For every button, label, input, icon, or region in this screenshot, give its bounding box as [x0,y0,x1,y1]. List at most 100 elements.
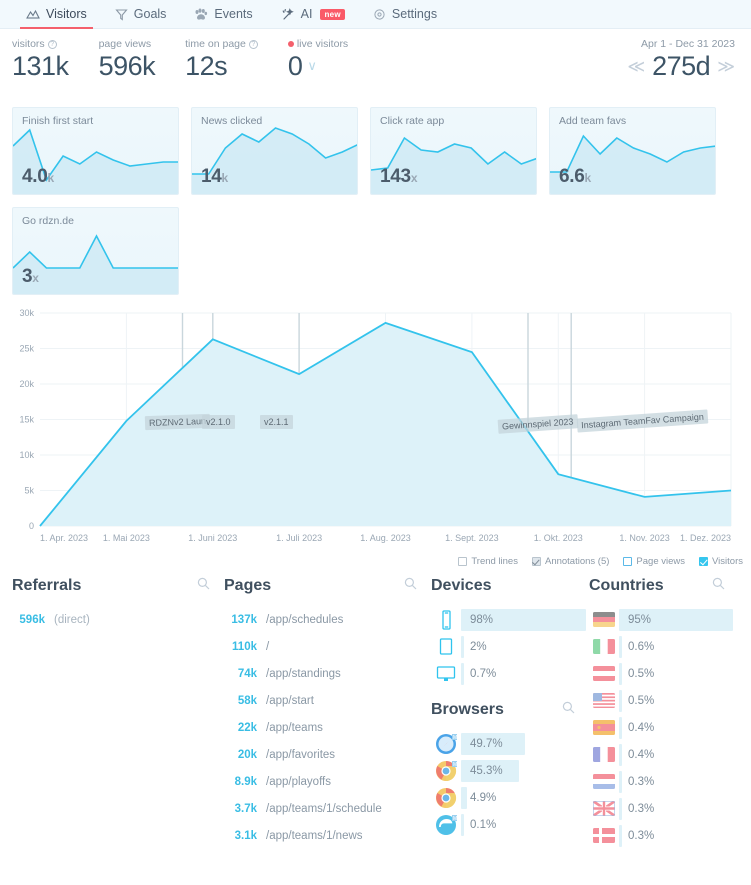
bar-row[interactable]: 0.5% [589,660,739,687]
bar-row[interactable]: 0.3% [589,795,739,822]
list-item[interactable]: 58k/app/start [224,687,431,714]
list-item[interactable]: 22k/app/teams [224,714,431,741]
bar-row[interactable]: 0.7% [431,660,589,687]
kpi-live-visitors[interactable]: live visitors 0 ∨ [287,38,348,82]
bar-track: 0.1% [461,813,589,836]
date-range-selector: Apr 1 - Dec 31 2023 ≪ 275d ≫ [627,38,739,82]
metric-card-value: 6.6k [559,166,591,188]
help-icon[interactable]: ? [47,39,57,49]
bar-row[interactable]: 98% [431,606,589,633]
svg-text:1. Apr. 2023: 1. Apr. 2023 [40,533,88,543]
chart-annotation[interactable]: v2.1.1 [260,415,293,429]
metric-card-title: Finish first start [22,115,94,127]
legend-item[interactable]: Visitors [699,556,743,567]
metric-card[interactable]: Add team favs 6.6k [549,107,716,195]
legend-item[interactable]: Trend lines [458,556,518,567]
visitors-area-chart[interactable]: 0 5k 10k 15k 20k 25k 30k 1. Apr. 2023 1. Mai 20… [12,307,739,552]
search-icon[interactable] [562,701,575,719]
metric-card[interactable]: Go rdzn.de 3x [12,207,179,295]
bar-track: 0.3% [619,770,739,793]
bar-track: 4.9% [461,786,589,809]
bar-row[interactable]: 4.9% [431,784,589,811]
svg-text:15k: 15k [19,415,34,425]
bar-row[interactable]: M 0.1% [431,811,589,838]
bar-row[interactable]: 0.5% [589,687,739,714]
kpi-value: 131k [12,51,69,81]
main-chart[interactable]: 0 5k 10k 15k 20k 25k 30k 1. Apr. 2023 1. Mai 20… [12,307,739,552]
list-item[interactable]: 596k (direct) [12,606,224,633]
metric-card[interactable]: Click rate app 143x [370,107,537,195]
bar-row[interactable]: 0.4% [589,714,739,741]
list-item[interactable]: 20k/app/favorites [224,741,431,768]
svg-text:20k: 20k [19,379,34,389]
bar-row[interactable]: M 49.7% [431,730,589,757]
kpi-visitors[interactable]: visitors ? 131k [12,38,69,82]
list-item[interactable]: 137k/app/schedules [224,606,431,633]
legend-checkbox[interactable] [458,557,468,566]
flag-it [589,639,619,654]
list-item-label: /app/standings [266,667,341,680]
list-item[interactable]: 8.9k/app/playoffs [224,768,431,795]
kpi-value-text: 0 [287,51,303,81]
bar-label: 0.6% [628,640,655,653]
bar-row[interactable]: 2% [431,633,589,660]
svg-text:30k: 30k [19,308,34,318]
bar-row[interactable]: 0.4% [589,741,739,768]
list-item-count: 20k [237,748,257,761]
legend-checkbox[interactable] [623,557,633,566]
list-item-count: 8.9k [234,775,257,788]
next-period-button[interactable]: ≫ [717,58,735,75]
chevron-down-icon[interactable]: ∨ [307,58,317,74]
tab-settings[interactable]: Settings [359,0,451,29]
list-item-count: 3.7k [234,802,257,815]
help-icon[interactable]: ? [248,39,258,49]
search-icon[interactable] [712,577,725,595]
svg-text:M: M [453,735,457,741]
metric-card[interactable]: News clicked 14k [191,107,358,195]
legend-checkbox[interactable] [699,557,709,566]
legend-item[interactable]: Annotations (5) [531,556,609,567]
list-item[interactable]: 3.7k/app/teams/1/schedule [224,795,431,822]
metric-card[interactable]: Finish first start 4.0k [12,107,179,195]
tab-label: Visitors [46,7,87,21]
tab-goals[interactable]: Goals [101,0,181,29]
bar-row[interactable]: M 45.3% [431,757,589,784]
svg-text:1. Juli 2023: 1. Juli 2023 [276,533,322,543]
metric-cards: Finish first start 4.0k News clicked 14k… [0,101,751,295]
list-item[interactable]: 3.1k/app/teams/1/news [224,822,431,849]
bar-track: 0.4% [619,743,739,766]
chart-annotation[interactable]: RDZNv2 Laun [144,413,211,431]
bar-row[interactable]: 0.6% [589,633,739,660]
list-item[interactable]: 74k/app/standings [224,660,431,687]
bar-row[interactable]: 95% [589,606,739,633]
panel-devices: Devices 98% 2% 0.7% Browsers M 49.7% M 4… [431,577,589,849]
top-navigation: Visitors Goals Events AI new Settings [0,0,751,29]
svg-text:1. Juni 2023: 1. Juni 2023 [188,533,237,543]
date-range-value[interactable]: 275d [652,51,711,82]
panel-header: Referrals [12,577,224,595]
list-item[interactable]: 110k / [224,633,431,660]
list-item-label: /app/teams/1/schedule [266,802,382,815]
search-icon[interactable] [197,577,210,595]
bar-row[interactable]: 0.3% [589,768,739,795]
bar-row[interactable]: 0.3% [589,822,739,849]
search-icon[interactable] [404,577,417,595]
bar-track: 0.7% [461,662,589,685]
svg-text:M: M [453,762,457,768]
panel-header-browsers: Browsers [431,701,589,719]
safari-icon: M [431,732,461,756]
kpi-page-views[interactable]: page views 596k [99,38,156,82]
kpi-time-on-page[interactable]: time on page ? 12s [185,38,258,82]
bar-label: 2% [470,640,487,653]
tab-ai[interactable]: AI new [267,0,359,29]
tab-visitors[interactable]: Visitors [12,0,101,29]
legend-checkbox[interactable] [531,557,541,566]
bar-label: 0.4% [628,748,655,761]
flag-es [589,720,619,735]
chart-annotation[interactable]: v2.1.0 [202,415,235,429]
tab-events[interactable]: Events [180,0,266,29]
legend-item[interactable]: Page views [623,556,685,567]
detail-panels: Referrals 596k (direct) Pages 137k/app/sc… [0,567,751,849]
funnel-icon [115,8,128,21]
prev-period-button[interactable]: ≪ [627,58,645,75]
